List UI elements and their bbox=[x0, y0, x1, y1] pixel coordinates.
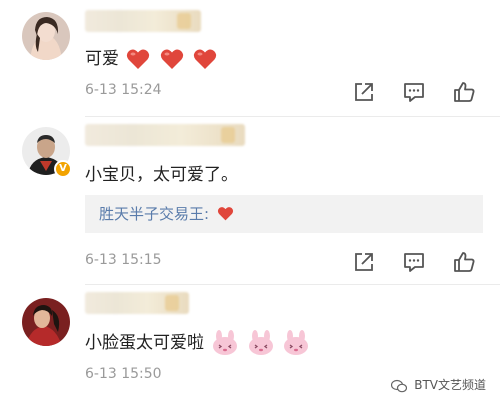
emoji-group bbox=[126, 49, 217, 69]
pink-bunny-face-icon bbox=[284, 330, 309, 355]
avatar[interactable] bbox=[22, 298, 70, 346]
comment-time: 6-13 15:50 bbox=[85, 366, 162, 382]
heart-icon bbox=[194, 49, 217, 69]
pink-bunny-face-icon bbox=[213, 330, 238, 355]
heart-icon bbox=[160, 49, 183, 69]
divider bbox=[85, 284, 500, 285]
avatar[interactable] bbox=[22, 12, 70, 60]
comment-time: 6-13 15:15 bbox=[85, 252, 162, 268]
reply-author[interactable]: 胜天半子交易王: bbox=[99, 205, 209, 223]
wechat-icon bbox=[391, 379, 408, 392]
comment-text: 可爱 bbox=[85, 44, 217, 70]
comment-icon[interactable] bbox=[402, 80, 426, 104]
username-blurred[interactable] bbox=[85, 292, 189, 314]
watermark: BTV文艺频道 bbox=[391, 376, 486, 393]
comment-time: 6-13 15:24 bbox=[85, 82, 162, 98]
comment-text: 小脸蛋太可爱啦 bbox=[85, 328, 310, 356]
reply-box[interactable]: 胜天半子交易王: bbox=[85, 195, 483, 233]
comment-actions bbox=[352, 250, 482, 274]
comment-actions bbox=[352, 80, 482, 104]
watermark-text: BTV文艺频道 bbox=[414, 378, 486, 392]
like-icon[interactable] bbox=[452, 250, 476, 274]
share-icon[interactable] bbox=[352, 80, 376, 104]
like-icon[interactable] bbox=[452, 80, 476, 104]
comment-icon[interactable] bbox=[402, 250, 426, 274]
pink-bunny-face-icon bbox=[248, 330, 273, 355]
heart-icon bbox=[127, 49, 150, 69]
comment-text: 小宝贝，太可爱了。 bbox=[85, 165, 238, 185]
verified-badge: V bbox=[54, 160, 72, 178]
heart-icon bbox=[217, 206, 233, 220]
share-icon[interactable] bbox=[352, 250, 376, 274]
username-blurred[interactable] bbox=[85, 124, 245, 146]
emoji-group bbox=[211, 330, 310, 355]
divider bbox=[85, 116, 500, 117]
username-blurred[interactable] bbox=[85, 10, 201, 32]
